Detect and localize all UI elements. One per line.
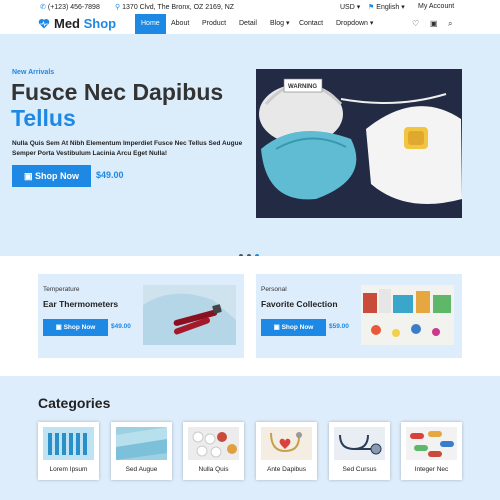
currency-dropdown[interactable]: USD ▾ (340, 3, 360, 11)
brand-name-a: Med (54, 16, 80, 31)
promo-tag: Temperature (43, 286, 80, 293)
stethoscope-image (334, 427, 385, 460)
hero-eyebrow: New Arrivals (12, 69, 55, 76)
category-label: Ante Dapibus (266, 466, 307, 473)
category-label: Sed Cursus (342, 466, 377, 473)
nav-detail[interactable]: Detail (233, 14, 263, 34)
heart-icon[interactable]: ♡ (412, 19, 419, 28)
cart-icon: ▣ (23, 171, 33, 181)
category-card[interactable]: Integer Nec (401, 422, 462, 480)
main-navbar: Med Shop Home About Product Detail Blog … (0, 14, 500, 34)
nav-home[interactable]: Home (135, 14, 166, 34)
mask-warning-text: WARNING (288, 84, 317, 90)
heart-pulse-icon (38, 18, 50, 29)
phone-icon: ✆ (40, 4, 46, 11)
brand-name-b: Shop (83, 16, 117, 31)
blood-tubes-image (143, 285, 236, 345)
my-account-link[interactable]: My Account (418, 3, 454, 10)
chevron-down-icon: ▾ (285, 20, 290, 27)
promo-title: Favorite Collection (261, 299, 338, 309)
chevron-down-icon: ▾ (356, 4, 361, 11)
promo-button-label: Shop Now (281, 324, 314, 331)
category-card[interactable]: Sed Augue (111, 422, 172, 480)
face-masks-image (116, 427, 167, 460)
chevron-down-icon: ▾ (401, 4, 405, 11)
promo-shop-now-button[interactable]: ▣ Shop Now (43, 319, 108, 336)
site-logo[interactable]: Med Shop (38, 16, 116, 31)
nav-dropdown-label: Dropdown (336, 20, 368, 27)
promo-title: Ear Thermometers (43, 299, 119, 309)
category-label: Sed Augue (125, 466, 158, 473)
promo-card-temperature: Temperature Ear Thermometers ▣ Shop Now … (38, 274, 244, 358)
address-info: ⚲ 1370 Clvd, The Bronx, OZ 2169, NZ (115, 3, 234, 11)
capsules-image (406, 427, 457, 460)
hero-masks-image: WARNING (256, 69, 462, 218)
chevron-down-icon: ▾ (369, 20, 374, 27)
medicine-bottles-image (361, 285, 454, 345)
address-text: 1370 Clvd, The Bronx, OZ 2169, NZ (122, 4, 235, 11)
category-card[interactable]: Ante Dapibus (256, 422, 317, 480)
cart-icon: ▣ (273, 324, 280, 331)
test-tubes-image (43, 427, 94, 460)
category-label: Lorem Ipsum (49, 466, 88, 473)
search-icon[interactable]: ⌕ (448, 19, 452, 29)
language-dropdown[interactable]: ⚑ English ▾ (368, 3, 405, 11)
promo-tag: Personal (261, 286, 287, 293)
hero-title-line2: Tellus (11, 105, 76, 131)
category-label: Integer Nec (414, 466, 449, 473)
hero-price: $49.00 (96, 170, 124, 180)
promo-price: $49.00 (111, 323, 131, 330)
category-card[interactable]: Sed Cursus (329, 422, 390, 480)
hero-shop-now-button[interactable]: ▣ Shop Now (12, 165, 91, 187)
nav-contact[interactable]: Contact (293, 14, 329, 34)
nav-dropdown[interactable]: Dropdown ▾ (330, 14, 379, 34)
promo-button-label: Shop Now (63, 324, 96, 331)
categories-heading: Categories (38, 395, 111, 411)
nav-product[interactable]: Product (196, 14, 232, 34)
category-card[interactable]: Nulla Quis (183, 422, 244, 480)
map-pin-icon: ⚲ (115, 4, 121, 11)
cart-icon[interactable]: ▣ (430, 19, 438, 28)
cart-icon: ▣ (55, 324, 62, 331)
pills-image (188, 427, 239, 460)
hero-description: Nulla Quis Sem At Nibh Elementum Imperdi… (12, 140, 243, 157)
phone-info: ✆ (+123) 456-7898 (40, 3, 100, 11)
stethoscope-heart-image (261, 427, 312, 460)
hero-title-line1: Fusce Nec Dapibus (11, 79, 224, 105)
nav-blog-label: Blog (270, 20, 285, 27)
hero-banner: New Arrivals Fusce Nec Dapibus Tellus Nu… (0, 34, 500, 258)
top-info-bar: ✆ (+123) 456-7898 ⚲ 1370 Clvd, The Bronx, … (0, 0, 500, 14)
category-label: Nulla Quis (198, 466, 229, 473)
nav-blog[interactable]: Blog ▾ (264, 14, 295, 34)
promo-section: Temperature Ear Thermometers ▣ Shop Now … (0, 256, 500, 376)
category-card[interactable]: Lorem Ipsum (38, 422, 99, 480)
flag-icon: ⚑ (368, 4, 375, 11)
language-label: English (376, 4, 400, 11)
hero-button-label: Shop Now (35, 171, 80, 181)
nav-about[interactable]: About (165, 14, 195, 34)
promo-shop-now-button[interactable]: ▣ Shop Now (261, 319, 326, 336)
promo-price: $59.00 (329, 323, 349, 330)
phone-number: (+123) 456-7898 (47, 4, 100, 11)
currency-label: USD (340, 4, 355, 11)
promo-card-personal: Personal Favorite Collection ▣ Shop Now … (256, 274, 462, 358)
categories-section: Categories Lorem Ipsum Sed Augue Nulla Q… (0, 376, 500, 500)
